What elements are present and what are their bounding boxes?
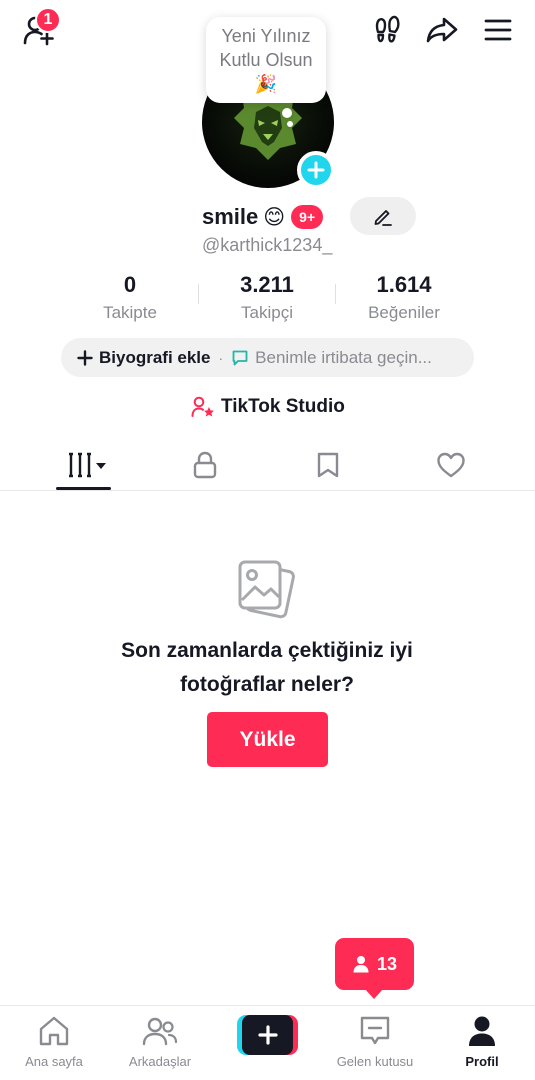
contact-me-button[interactable]: Benimle irtibata geçin... xyxy=(255,348,432,368)
nav-label: Profil xyxy=(465,1054,499,1069)
notification-badge: 1 xyxy=(35,7,61,33)
lock-icon xyxy=(193,451,217,479)
nav-inbox[interactable]: Gelen kutusu xyxy=(325,1014,425,1069)
stat-label: Takipte xyxy=(103,303,157,322)
stat-value: 3.211 xyxy=(240,272,294,297)
tab-videos[interactable] xyxy=(52,440,122,490)
edit-profile-button[interactable] xyxy=(350,197,416,235)
stat-value: 1.614 xyxy=(376,272,432,297)
content-tabs xyxy=(0,440,535,491)
inbox-icon xyxy=(360,1016,390,1045)
stat-value: 0 xyxy=(123,272,137,297)
stat-following[interactable]: 0 Takipte xyxy=(80,271,180,325)
username: @karthick1234_ xyxy=(202,235,333,255)
plus-icon xyxy=(257,1025,278,1045)
stat-divider xyxy=(198,284,199,304)
stat-divider xyxy=(335,284,336,304)
stat-label: Takipçi xyxy=(241,303,293,322)
user-icon xyxy=(353,956,369,973)
heart-icon xyxy=(437,452,465,478)
profile-views-button[interactable] xyxy=(368,12,408,48)
nav-label: Ana sayfa xyxy=(25,1054,83,1069)
tab-liked[interactable] xyxy=(416,440,486,490)
create-button[interactable] xyxy=(237,1015,298,1055)
tab-private[interactable] xyxy=(170,440,240,490)
message-icon xyxy=(232,350,248,365)
studio-label: TikTok Studio xyxy=(221,396,345,417)
hamburger-menu-icon xyxy=(484,19,512,41)
nav-label: Arkadaşlar xyxy=(128,1054,192,1069)
nav-label: Gelen kutusu xyxy=(336,1054,414,1069)
profile-page: 1 Yeni Yılınız Kutlu Olsun 🎉 smile 😊 9+ … xyxy=(0,0,535,1080)
upload-button[interactable]: Yükle xyxy=(207,712,328,767)
plus-icon xyxy=(307,161,325,179)
nav-home[interactable]: Ana sayfa xyxy=(4,1014,104,1069)
plus-icon xyxy=(77,349,93,366)
profile-icon xyxy=(469,1016,495,1046)
bookmark-icon xyxy=(317,452,339,478)
note-bubble-tail-small xyxy=(287,121,293,127)
note-text: Yeni Yılınız Kutlu Olsun 🎉 xyxy=(219,26,313,94)
share-icon xyxy=(426,17,458,43)
bio-pill: Biyografi ekle · Benimle irtibata geçin.… xyxy=(61,338,474,377)
pencil-icon xyxy=(374,210,392,226)
grid-icon xyxy=(69,452,106,478)
stat-label: Beğeniler xyxy=(368,303,440,322)
nav-profile[interactable]: Profil xyxy=(432,1014,532,1069)
tab-saved[interactable] xyxy=(293,440,363,490)
share-button[interactable] xyxy=(422,12,462,48)
tiktok-studio-link[interactable]: TikTok Studio xyxy=(191,394,345,420)
add-bio-button[interactable]: Biyografi ekle xyxy=(99,348,211,368)
name-badge[interactable]: 9+ xyxy=(291,205,324,229)
new-followers-count: 13 xyxy=(376,953,398,974)
bottom-navigation: Ana sayfa Arkadaşlar Gelen kutusu Profil xyxy=(0,1005,535,1080)
name-row: smile 😊 9+ xyxy=(202,201,324,233)
add-story-button[interactable] xyxy=(297,151,335,189)
name-emoji: 😊 xyxy=(263,205,286,229)
friends-icon xyxy=(142,1017,178,1046)
bio-separator: · xyxy=(218,349,224,366)
nav-friends[interactable]: Arkadaşlar xyxy=(110,1014,210,1069)
active-tab-indicator xyxy=(56,487,111,490)
menu-button[interactable] xyxy=(478,12,518,48)
add-friends-button[interactable]: 1 xyxy=(18,7,61,48)
note-bubble-tail xyxy=(282,108,292,118)
display-name: smile xyxy=(202,204,259,229)
footprints-icon xyxy=(375,15,400,43)
creator-star-icon xyxy=(191,396,214,417)
home-icon xyxy=(39,1016,69,1046)
toast-tail xyxy=(364,988,384,999)
chevron-down-icon xyxy=(96,463,106,469)
empty-state-title: Son zamanlarda çektiğiniz iyi fotoğrafla… xyxy=(121,639,413,696)
photos-icon xyxy=(238,560,295,619)
stat-likes[interactable]: 1.614 Beğeniler xyxy=(352,271,456,325)
new-followers-toast[interactable]: 13 xyxy=(335,938,414,990)
stat-followers[interactable]: 3.211 Takipçi xyxy=(215,271,319,325)
profile-note-bubble[interactable]: Yeni Yılınız Kutlu Olsun 🎉 xyxy=(206,17,326,103)
